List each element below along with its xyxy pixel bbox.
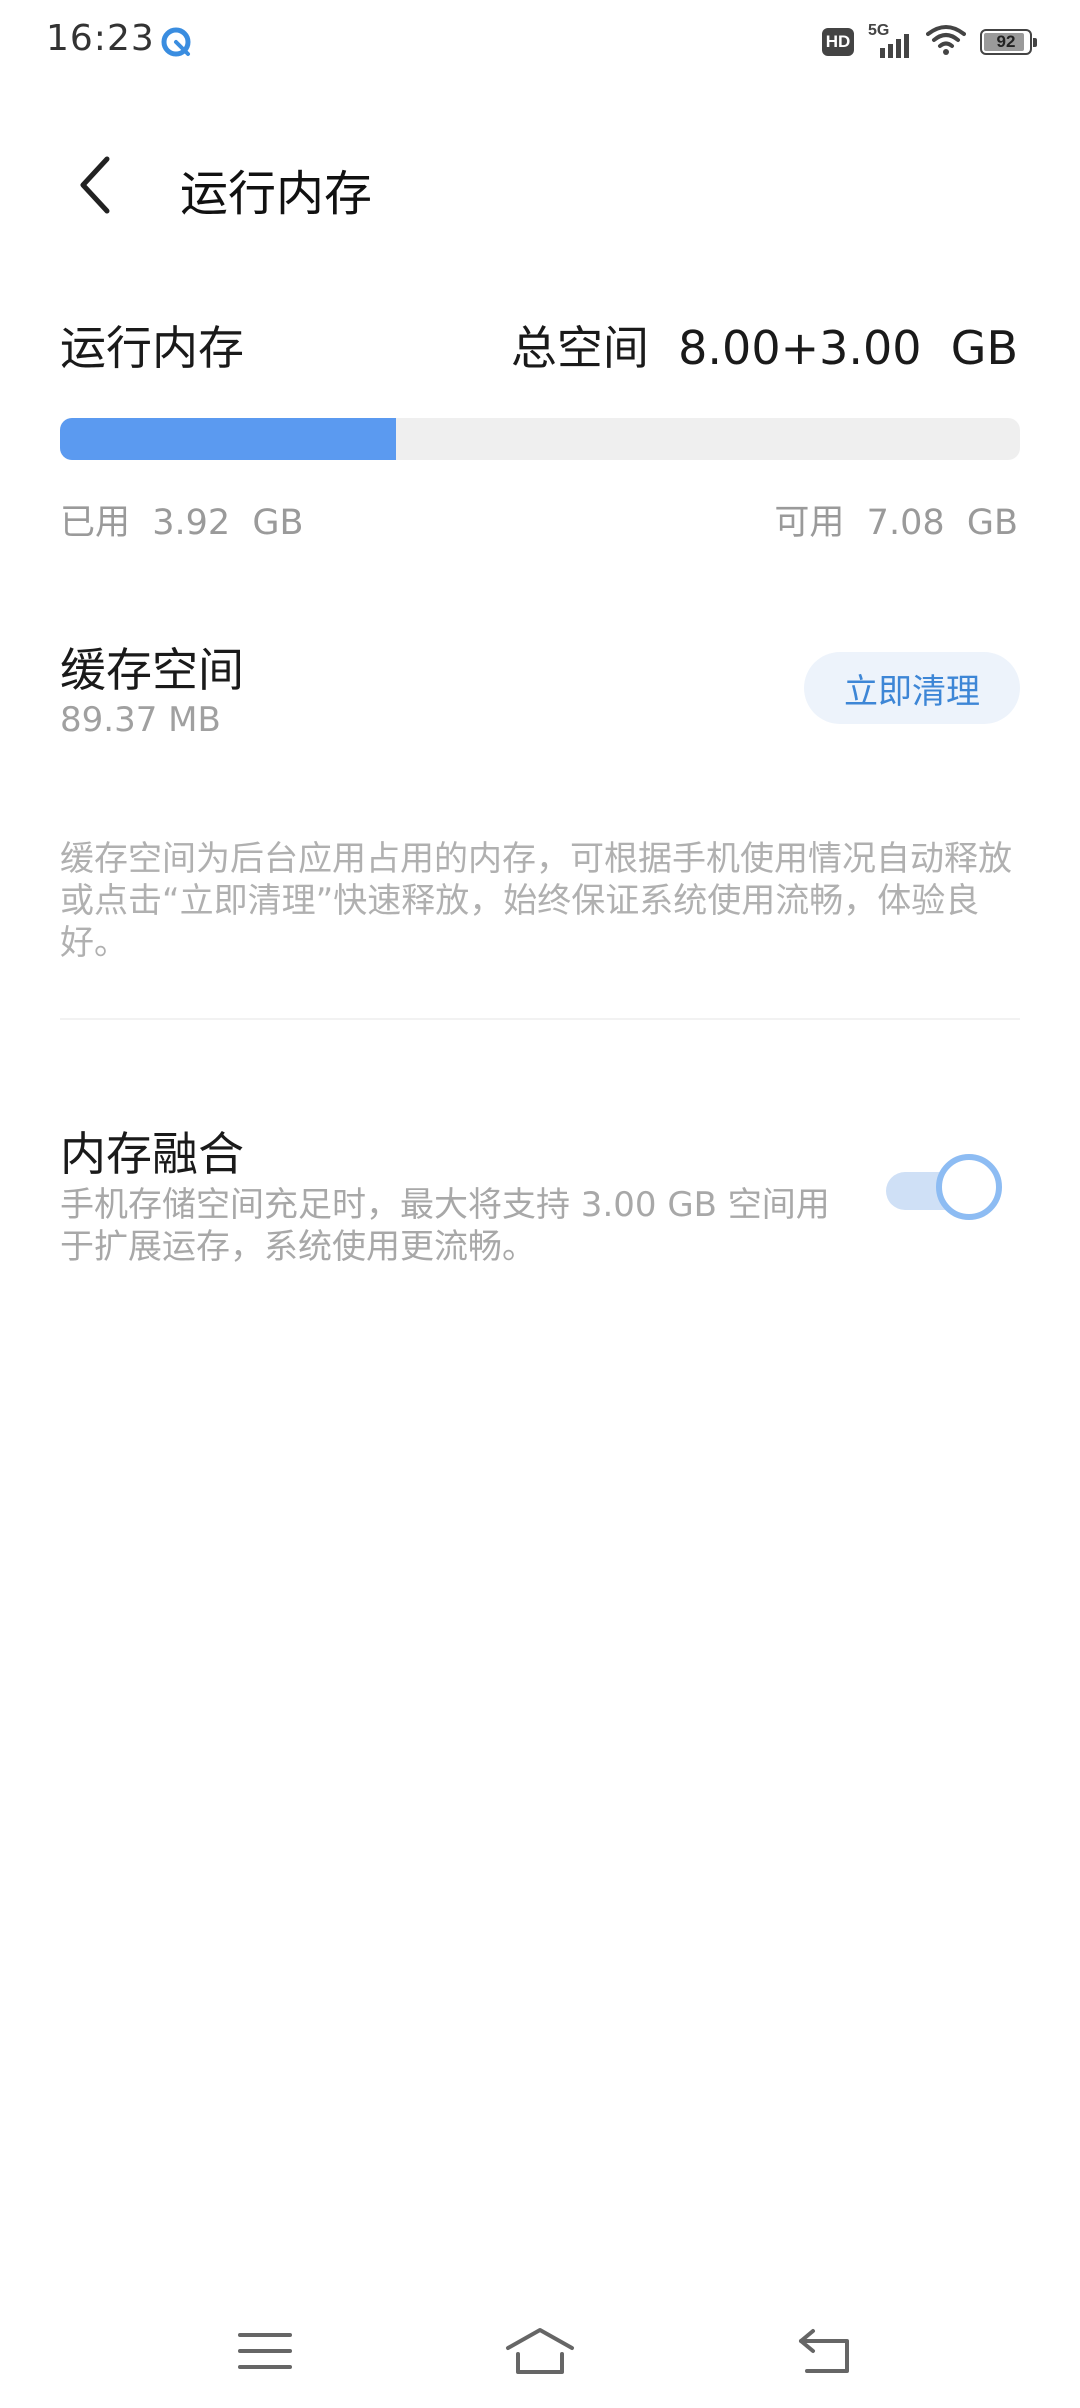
menu-icon: [238, 2329, 292, 2377]
wifi-icon: [926, 24, 966, 60]
memory-fusion-description: 手机存储空间充足时，最大将支持 3.00 GB 空间用于扩展运存，系统使用更流畅…: [60, 1185, 830, 1267]
memory-fusion-title: 内存融合: [60, 1127, 244, 1181]
memory-progress-bar: [60, 418, 1020, 460]
signal-icon: 5G: [868, 22, 912, 60]
status-bar: 16:23 HD 5G 92: [0, 0, 1080, 84]
home-icon: [504, 2326, 576, 2380]
toggle-knob: [936, 1154, 1002, 1220]
memory-used: 已用 3.92 GB: [60, 503, 304, 543]
return-icon: [797, 2327, 853, 2379]
memory-fusion-toggle[interactable]: [886, 1150, 1010, 1230]
page-header: 运行内存: [0, 130, 1080, 240]
back-button[interactable]: [60, 152, 130, 222]
cache-size: 89.37 MB: [60, 700, 221, 740]
section-divider: [60, 1018, 1020, 1020]
memory-progress-fill: [60, 418, 396, 460]
return-button[interactable]: [780, 2318, 870, 2388]
cache-description: 缓存空间为后台应用占用的内存，可根据手机使用情况自动释放或点击“立即清理”快速释…: [60, 839, 1012, 963]
navigation-bar: [0, 2300, 1080, 2408]
page-title: 运行内存: [180, 166, 373, 222]
status-icons: HD 5G 92: [822, 22, 1037, 62]
cache-title: 缓存空间: [60, 643, 244, 697]
memory-available: 可用 7.08 GB: [774, 503, 1018, 543]
battery-icon: 92: [980, 29, 1037, 55]
memory-label: 运行内存: [60, 321, 244, 375]
chevron-left-icon: [75, 155, 115, 219]
battery-percent: 92: [996, 32, 1016, 51]
clean-now-button[interactable]: 立即清理: [804, 652, 1020, 724]
menu-button[interactable]: [220, 2318, 310, 2388]
hd-icon: HD: [822, 28, 854, 56]
app-notification-icon: [160, 26, 192, 58]
memory-total: 总空间 8.00+3.00 GB: [510, 321, 1018, 375]
home-button[interactable]: [495, 2318, 585, 2388]
status-time: 16:23: [46, 18, 155, 59]
